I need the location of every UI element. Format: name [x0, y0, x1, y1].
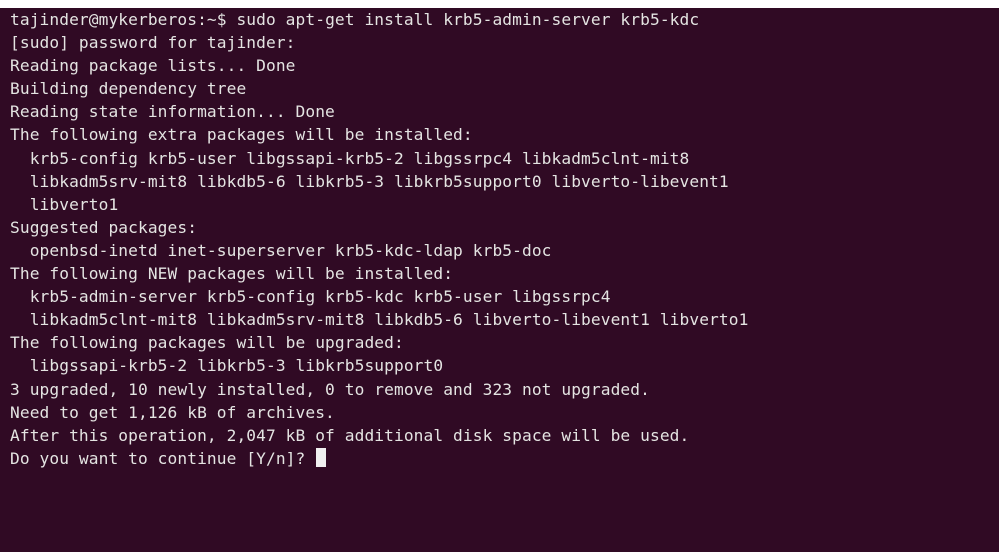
- terminal-window[interactable]: tajinder@mykerberos:~$ sudo apt-get inst…: [0, 8, 999, 552]
- top-strip: [0, 0, 999, 8]
- output-line: After this operation, 2,047 kB of additi…: [10, 425, 690, 445]
- output-line: Reading package lists... Done: [10, 56, 296, 76]
- output-line: libkadm5srv-mit8 libkdb5-6 libkrb5-3 lib…: [10, 171, 729, 191]
- output-line: The following NEW packages will be insta…: [10, 264, 454, 284]
- output-line: krb5-config krb5-user libgssapi-krb5-2 l…: [10, 148, 690, 168]
- output-line: The following extra packages will be ins…: [10, 125, 473, 145]
- output-line: libgssapi-krb5-2 libkrb5-3 libkrb5suppor…: [10, 356, 444, 376]
- output-line: openbsd-inetd inet-superserver krb5-kdc-…: [10, 240, 552, 260]
- output-line: Suggested packages:: [10, 217, 198, 237]
- confirm-prompt-text: Do you want to continue [Y/n]?: [10, 448, 316, 468]
- shell-prompt: tajinder@mykerberos:~$: [10, 10, 237, 29]
- output-line: libverto1: [10, 194, 119, 214]
- output-line: [sudo] password for tajinder:: [10, 33, 296, 53]
- output-line: 3 upgraded, 10 newly installed, 0 to rem…: [10, 379, 650, 399]
- output-line: krb5-admin-server krb5-config krb5-kdc k…: [10, 287, 611, 307]
- output-line: Reading state information... Done: [10, 102, 335, 122]
- output-line: libkadm5clnt-mit8 libkadm5srv-mit8 libkd…: [10, 310, 749, 330]
- command-line: tajinder@mykerberos:~$ sudo apt-get inst…: [10, 8, 999, 31]
- command-text: sudo apt-get install krb5-admin-server k…: [236, 10, 700, 29]
- confirm-prompt-line[interactable]: Do you want to continue [Y/n]?: [10, 447, 999, 470]
- output-line: Building dependency tree: [10, 79, 247, 99]
- text-cursor: [316, 447, 327, 467]
- output-line: The following packages will be upgraded:: [10, 333, 404, 353]
- output-line: Need to get 1,126 kB of archives.: [10, 402, 335, 422]
